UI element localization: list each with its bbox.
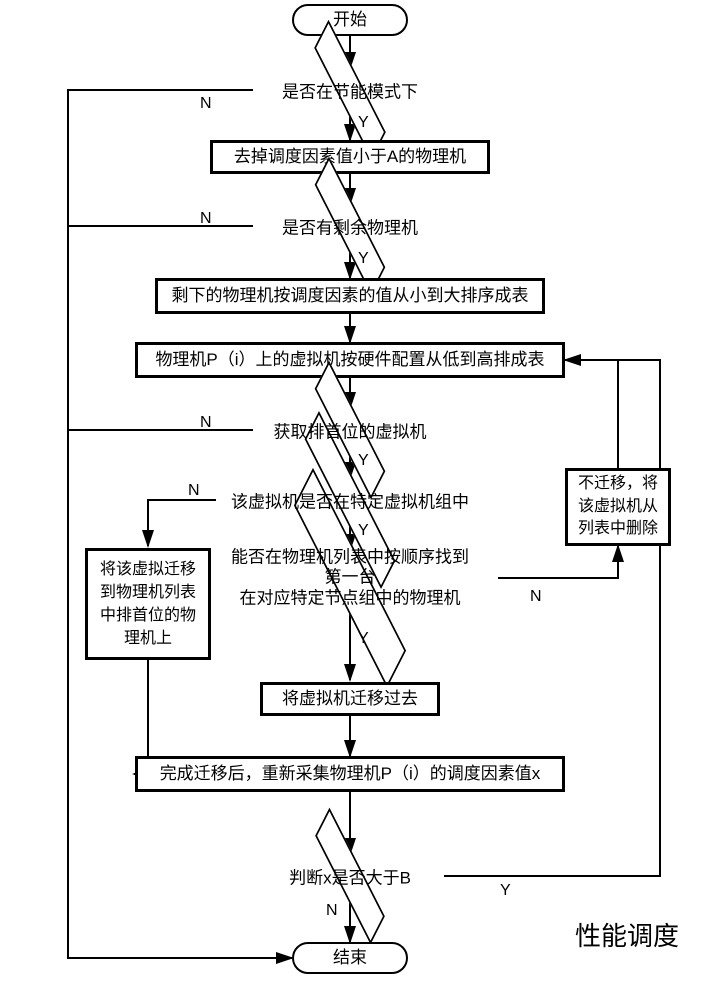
p4-l3: 中排首位的物 <box>100 604 196 627</box>
d2-text: 是否有剩余物理机 <box>282 214 418 239</box>
d5-yes-label: Y <box>358 630 369 648</box>
start-label: 开始 <box>333 9 367 30</box>
process-recollect-x: 完成迁移后，重新采集物理机P（i）的调度因素值x <box>135 756 565 792</box>
d2-yes-label: Y <box>358 250 369 268</box>
d1-text: 是否在节能模式下 <box>282 78 418 103</box>
process-migrate-to-first-pm: 将该虚拟迁移 到物理机列表 中排首位的物 理机上 <box>85 548 211 660</box>
process-remove-below-a: 去掉调度因素值小于A的物理机 <box>210 140 490 174</box>
process-sort-pm: 剩下的物理机按调度因素的值从小到大排序成表 <box>155 278 545 314</box>
p4-l2: 到物理机列表 <box>100 581 196 604</box>
terminator-end: 结束 <box>292 942 408 974</box>
process-migrate-vm: 将虚拟机迁移过去 <box>260 682 440 716</box>
p5-l1: 不迁移，将 <box>578 473 658 495</box>
p6-text: 将虚拟机迁移过去 <box>282 688 418 709</box>
d1-yes-label: Y <box>358 114 369 132</box>
p5-l3: 列表中删除 <box>578 518 658 540</box>
p4-l4: 理机上 <box>100 627 196 650</box>
d1-no-label: N <box>200 95 212 113</box>
d3-yes-label: Y <box>358 452 369 470</box>
d6-no-label: N <box>326 902 338 920</box>
p2-text: 剩下的物理机按调度因素的值从小到大排序成表 <box>172 285 529 306</box>
d5-text: 能否在物理机列表中按顺序找到第一台 在对应特定节点组中的物理机 <box>230 547 470 608</box>
d5-no-label: N <box>530 588 542 606</box>
p7-text: 完成迁移后，重新采集物理机P（i）的调度因素值x <box>160 763 541 784</box>
end-label: 结束 <box>333 947 367 968</box>
d4-no-label: N <box>188 482 200 500</box>
p4-l1: 将该虚拟迁移 <box>100 558 196 581</box>
d5-line1: 能否在物理机列表中按顺序找到第一台 <box>231 547 469 586</box>
p3-text: 物理机P（i）上的虚拟机按硬件配置从低到高排成表 <box>155 349 544 370</box>
p5-l2: 该虚拟机从 <box>578 496 658 518</box>
process-sort-vm: 物理机P（i）上的虚拟机按硬件配置从低到高排成表 <box>135 342 565 378</box>
p1-text: 去掉调度因素值小于A的物理机 <box>234 146 466 167</box>
d3-no-label: N <box>200 414 212 432</box>
d6-text: 判断x是否大于B <box>289 864 411 889</box>
d2-no-label: N <box>200 210 212 228</box>
d4-text: 该虚拟机是否在特定虚拟机组中 <box>231 488 469 513</box>
d6-yes-label: Y <box>500 882 511 900</box>
d3-text: 获取排首位的虚拟机 <box>274 418 427 443</box>
terminator-start: 开始 <box>292 4 408 36</box>
diagram-title: 性能调度 <box>575 916 679 953</box>
d5-line2: 在对应特定节点组中的物理机 <box>240 588 461 607</box>
process-no-migrate-remove: 不迁移，将 该虚拟机从 列表中删除 <box>565 468 671 546</box>
d4-yes-label: Y <box>358 522 369 540</box>
